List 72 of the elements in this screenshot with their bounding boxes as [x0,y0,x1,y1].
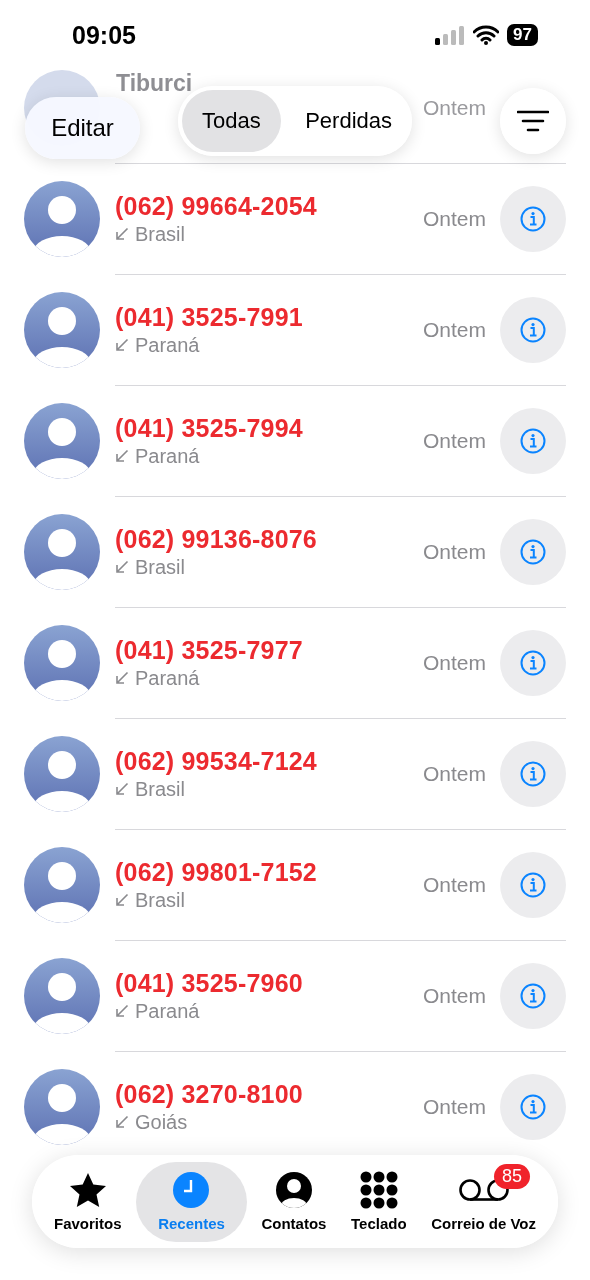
info-icon [520,760,546,787]
avatar-icon [24,402,100,479]
filter-tab[interactable]: Todas [182,90,281,152]
avatar-icon [24,1068,100,1145]
call-time: Ontem [422,1094,486,1119]
incoming-arrow-icon [115,782,129,796]
call-location: Brasil [135,888,185,912]
avatar-icon [24,180,100,257]
avatar-icon [24,624,100,701]
info-icon [520,205,546,232]
clock-icon [173,1172,210,1208]
incoming-arrow-icon [115,560,129,574]
count-badge: 85 [493,1163,530,1189]
avatar-icon [24,957,100,1034]
call-time: Ontem [422,761,486,786]
phone-number: (041) 3525-7977 [115,635,304,665]
call-time: Ontem [422,539,486,564]
incoming-arrow-icon [115,671,129,685]
phone-number: (041) 3525-7994 [115,413,304,443]
signal-icon [435,25,466,45]
incoming-arrow-icon [115,893,129,907]
call-location: Paraná [135,666,200,690]
avatar-icon [24,846,100,923]
incoming-arrow-icon [115,338,129,352]
tab-bar-item[interactable]: Teclado [341,1161,417,1242]
wifi-icon [473,25,500,45]
incoming-arrow-icon [115,227,129,241]
status-time: 09:05 [72,20,136,50]
edit-button[interactable]: Editar [25,97,140,159]
call-location: Paraná [135,999,200,1023]
call-time: Ontem [422,428,486,453]
call-location: Paraná [135,333,200,357]
call-location: Brasil [135,222,185,246]
info-icon [520,649,546,676]
incoming-arrow-icon [115,1004,129,1018]
call-time: Ontem [422,872,486,897]
info-icon [520,982,546,1009]
call-location: Paraná [135,444,200,468]
keypad-icon [359,1171,398,1209]
incoming-arrow-icon [115,1115,129,1129]
info-icon [520,1093,546,1120]
tab-bar-item[interactable]: Favoritos [44,1161,132,1242]
filter-tab[interactable]: Perdidas [289,90,408,152]
avatar-icon [24,513,100,590]
call-location: Brasil [135,777,185,801]
avatar-icon [24,735,100,812]
incoming-arrow-icon [115,449,129,463]
info-icon [520,427,546,454]
call-time: Ontem [422,983,486,1008]
call-time: Ontem [422,317,486,342]
phone-number: (062) 99664-2054 [115,191,318,221]
info-icon [520,316,546,343]
phone-number: (041) 3525-7991 [115,302,304,332]
phone-number: (041) 3525-7960 [115,968,304,998]
phone-number: (062) 99136-8076 [115,524,318,554]
tab-bar-item[interactable]: Contatos [251,1161,337,1242]
contact-icon [275,1172,312,1208]
call-time: Ontem [422,650,486,675]
call-time: Ontem [422,206,486,231]
phone-number: (062) 3270-8100 [115,1079,304,1109]
filter-icon [517,110,549,132]
star-icon [68,1172,107,1208]
call-time: Ontem [422,96,486,120]
tab-bar-item[interactable]: Correio de Voz 85 [421,1161,546,1242]
info-icon [520,538,546,565]
battery-level: 97 [507,24,538,46]
info-icon [520,871,546,898]
phone-number: (062) 99801-7152 [115,857,318,887]
call-location: Goiás [135,1110,188,1134]
phone-number: (062) 99534-7124 [115,746,318,776]
avatar-icon [24,291,100,368]
call-location: Brasil [135,555,185,579]
